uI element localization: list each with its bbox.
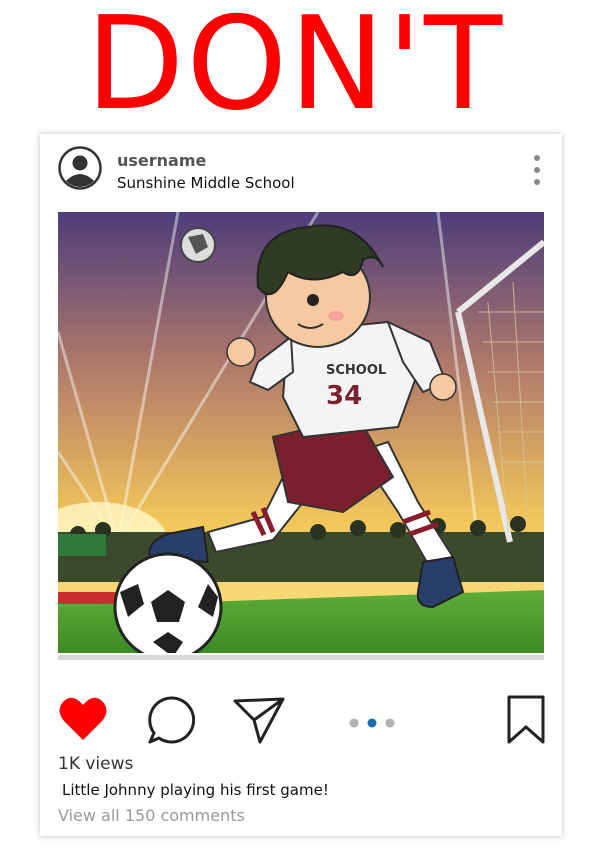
username[interactable]: username — [117, 151, 206, 170]
more-options-icon[interactable] — [533, 154, 541, 186]
view-comments-link[interactable]: View all 150 comments — [58, 806, 245, 825]
comment-icon[interactable] — [146, 695, 196, 749]
post-card: username Sunshine Middle School SCHOOL 3… — [40, 134, 562, 836]
heart-icon[interactable] — [58, 696, 108, 746]
post-caption: Little Johnny playing his first game! — [62, 781, 329, 799]
image-divider — [58, 655, 544, 660]
dont-banner: DON'T — [85, 0, 505, 139]
jersey-text: SCHOOL — [326, 363, 386, 378]
view-count: 1K views — [58, 754, 134, 774]
carousel-indicator — [348, 714, 398, 733]
jersey-number: 34 — [326, 381, 362, 411]
post-location[interactable]: Sunshine Middle School — [117, 174, 295, 192]
avatar-icon[interactable] — [58, 146, 102, 190]
bookmark-icon[interactable] — [506, 695, 546, 749]
share-icon[interactable] — [232, 696, 286, 748]
post-image[interactable]: SCHOOL 34 — [58, 212, 544, 653]
